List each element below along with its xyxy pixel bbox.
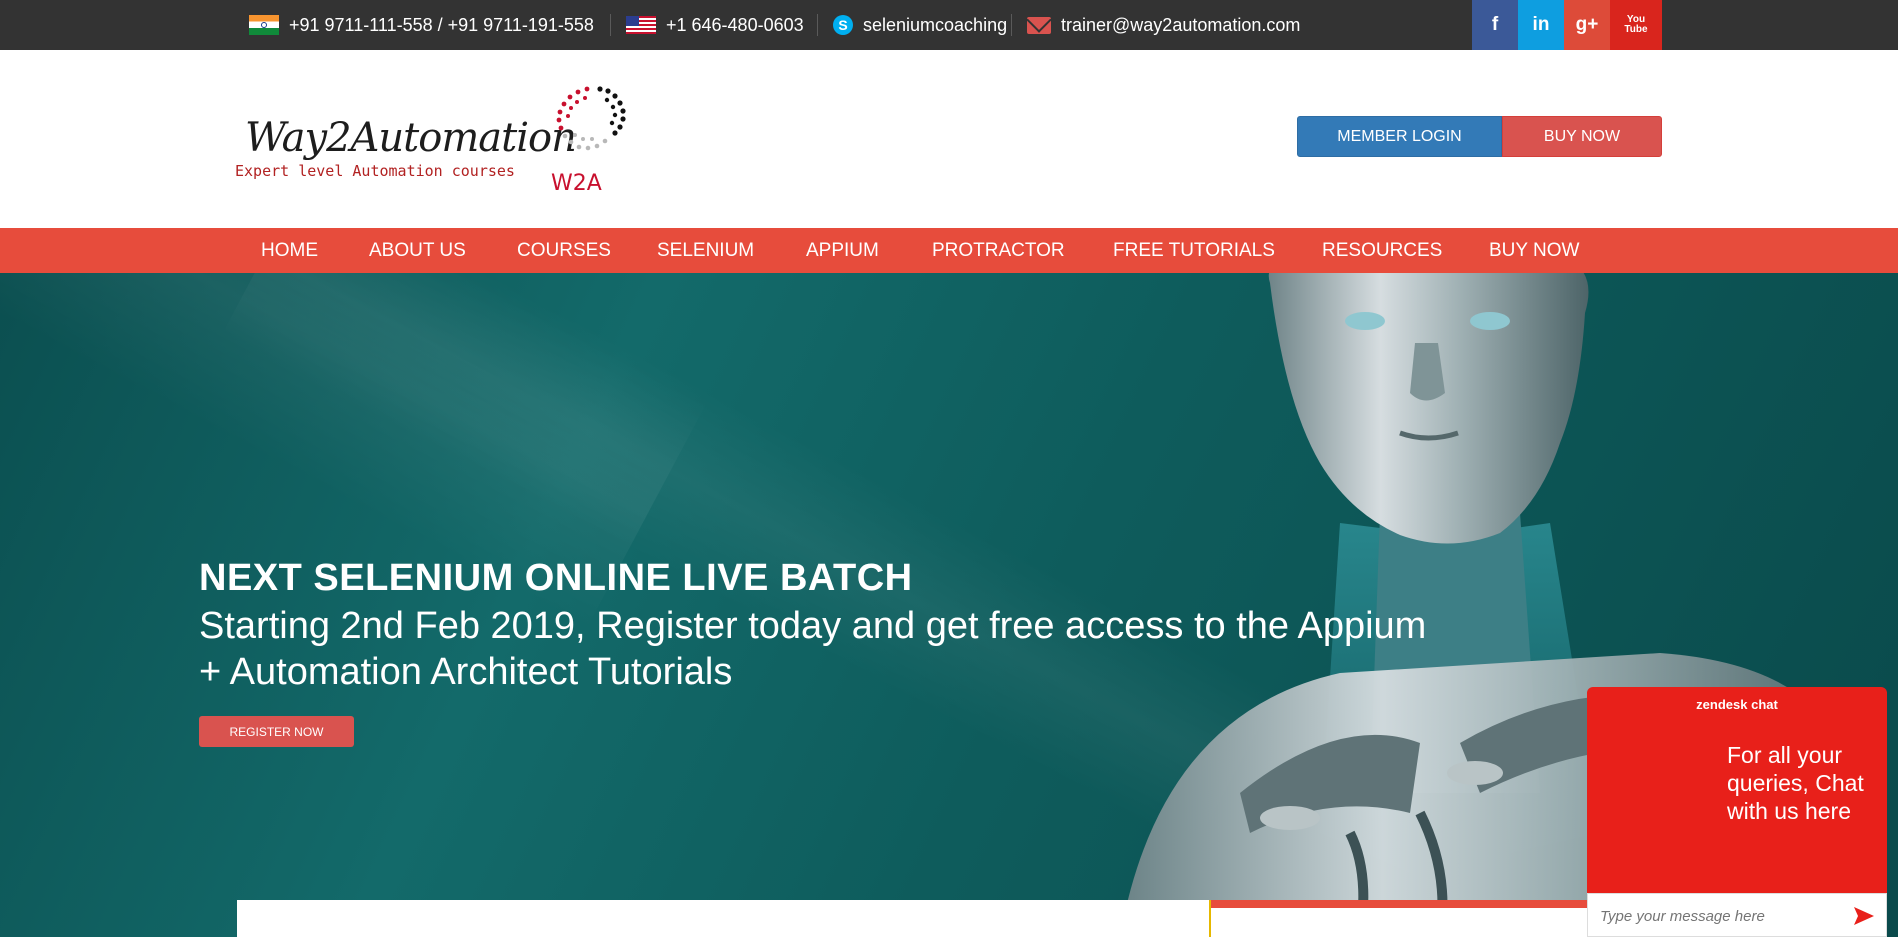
india-phone-text: +91 9711-111-558 / +91 9711-191-558 <box>289 14 594 35</box>
nav-resources[interactable]: RESOURCES <box>1322 228 1442 273</box>
googleplus-button[interactable]: g+ <box>1564 0 1610 50</box>
logo-mark-icon: W2A <box>551 86 626 196</box>
nav-free-tutorials[interactable]: FREE TUTORIALS <box>1113 228 1275 273</box>
content-panel <box>237 900 1209 937</box>
youtube-icon: You Tube <box>1624 14 1648 35</box>
main-navigation: HOME ABOUT US COURSES SELENIUM APPIUM PR… <box>0 228 1898 273</box>
facebook-icon: f <box>1491 14 1499 35</box>
side-panel <box>1211 900 1611 937</box>
hero-subtitle: Starting 2nd Feb 2019, Register today an… <box>199 605 1427 693</box>
email-text[interactable]: trainer@way2automation.com <box>1061 15 1300 36</box>
member-login-button[interactable]: MEMBER LOGIN <box>1297 116 1502 157</box>
send-icon[interactable] <box>1852 904 1876 928</box>
chat-header[interactable]: zendesk chat <box>1587 697 1887 712</box>
divider <box>610 14 611 36</box>
us-phone-text: +1 646-480-0603 <box>666 14 804 35</box>
divider <box>817 14 818 36</box>
linkedin-button[interactable]: in <box>1518 0 1564 50</box>
nav-appium[interactable]: APPIUM <box>806 228 879 273</box>
logo-tagline: Expert level Automation courses <box>235 162 515 180</box>
skype-text[interactable]: seleniumcoaching <box>863 15 1007 36</box>
chat-welcome-message: For all your queries, Chat with us here <box>1727 742 1864 824</box>
googleplus-icon: g+ <box>1575 14 1599 35</box>
youtube-button[interactable]: You Tube <box>1610 0 1662 50</box>
top-contact-bar: +91 9711-111-558 / +91 9711-191-558 +1 6… <box>0 0 1898 50</box>
chat-widget[interactable]: zendesk chat For all your queries, Chat … <box>1587 687 1887 937</box>
us-flag-icon <box>626 16 656 34</box>
skype-icon: S <box>833 15 853 35</box>
nav-buy-now[interactable]: BUY NOW <box>1489 228 1579 273</box>
nav-home[interactable]: HOME <box>261 228 318 273</box>
india-flag-icon <box>249 15 279 35</box>
envelope-icon <box>1026 6 1052 34</box>
skype-contact[interactable]: S seleniumcoaching <box>833 0 1007 50</box>
site-logo[interactable]: Way2Automation Expert level Automation c… <box>235 85 630 200</box>
logo-text: Way2Automation <box>245 115 577 161</box>
register-now-button[interactable]: REGISTER NOW <box>199 716 354 747</box>
hero-title: NEXT SELENIUM ONLINE LIVE BATCH <box>199 557 913 599</box>
facebook-button[interactable]: f <box>1472 0 1518 50</box>
buy-now-header-button[interactable]: BUY NOW <box>1502 116 1662 157</box>
nav-courses[interactable]: COURSES <box>517 228 611 273</box>
chat-input-area <box>1587 893 1887 937</box>
linkedin-icon: in <box>1532 14 1550 35</box>
chat-message-input[interactable] <box>1598 904 1842 928</box>
email-contact[interactable]: trainer@way2automation.com <box>1026 0 1300 50</box>
logo-mark-text: W2A <box>551 171 602 196</box>
nav-protractor[interactable]: PROTRACTOR <box>932 228 1065 273</box>
us-phone: +1 646-480-0603 <box>626 0 804 50</box>
nav-selenium[interactable]: SELENIUM <box>657 228 754 273</box>
india-phone: +91 9711-111-558 / +91 9711-191-558 <box>249 0 594 50</box>
nav-about-us[interactable]: ABOUT US <box>369 228 466 273</box>
divider <box>1011 14 1012 36</box>
